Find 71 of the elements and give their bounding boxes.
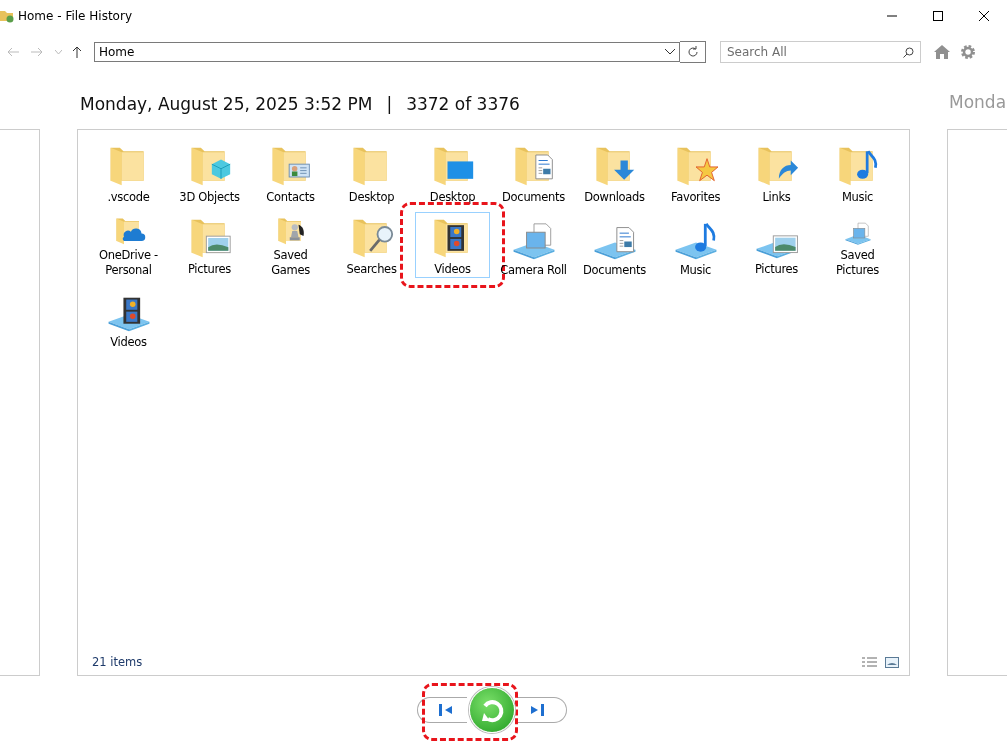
- item-label: Music: [841, 190, 874, 205]
- settings-icon[interactable]: [959, 44, 977, 60]
- folder-item[interactable]: Music: [658, 212, 733, 278]
- refresh-icon: [686, 46, 699, 58]
- large-icons-view-icon[interactable]: [885, 656, 899, 668]
- item-label: Camera Roll: [500, 263, 567, 278]
- restore-button[interactable]: [468, 687, 515, 733]
- chevron-down-icon[interactable]: [665, 49, 675, 55]
- next-snapshot-date: Monda: [949, 92, 1007, 112]
- item-label: Saved Pictures: [834, 248, 881, 278]
- skip-forward-icon: [530, 704, 544, 716]
- home-icon[interactable]: [933, 45, 951, 59]
- item-label: Documents: [583, 263, 646, 278]
- folder-item[interactable]: Contacts: [253, 140, 328, 206]
- folder-item[interactable]: Desktop: [415, 140, 490, 206]
- folder-item[interactable]: Documents: [496, 140, 571, 206]
- snapshot-position: 3372 of 3376: [406, 94, 520, 114]
- folder-item[interactable]: Desktop: [334, 140, 409, 206]
- folder-item[interactable]: Searches: [334, 212, 409, 278]
- folder-item[interactable]: Camera Roll: [496, 212, 571, 278]
- previous-snapshot-panel[interactable]: [0, 129, 40, 676]
- app-icon: [0, 9, 14, 23]
- up-arrow-icon: [72, 46, 82, 58]
- folder-item[interactable]: Saved Games: [253, 212, 328, 278]
- folder-item[interactable]: Links: [739, 140, 814, 206]
- refresh-button[interactable]: [680, 41, 706, 63]
- folder-item[interactable]: Music: [820, 140, 895, 206]
- folder-item[interactable]: Favorites: [658, 140, 733, 206]
- item-label: Saved Games: [270, 248, 311, 278]
- search-icon[interactable]: [903, 46, 914, 58]
- item-label: Videos: [434, 262, 471, 277]
- skip-back-icon: [439, 704, 453, 716]
- item-label: Desktop: [429, 190, 476, 205]
- back-arrow-icon: [7, 47, 19, 57]
- item-label: OneDrive - Personal: [98, 248, 159, 278]
- folder-item[interactable]: Videos: [415, 212, 490, 278]
- item-label: Documents: [502, 190, 565, 205]
- details-view-icon[interactable]: [862, 656, 877, 668]
- folder-item[interactable]: OneDrive - Personal: [91, 212, 166, 278]
- item-label: Searches: [346, 262, 397, 277]
- snapshot-date: Monday, August 25, 2025 3:52 PM: [80, 94, 373, 114]
- folder-item[interactable]: Documents: [577, 212, 652, 278]
- item-label: Desktop: [348, 190, 395, 205]
- previous-version-button[interactable]: [416, 697, 467, 723]
- folder-item[interactable]: .vscode: [91, 140, 166, 206]
- folder-item[interactable]: 3D Objects: [172, 140, 247, 206]
- item-label: 3D Objects: [179, 190, 240, 205]
- item-label: Pictures: [187, 262, 232, 277]
- folder-item[interactable]: Pictures: [172, 212, 247, 278]
- window-title: Home - File History: [18, 9, 133, 23]
- chevron-down-icon: [54, 49, 62, 55]
- item-label: Links: [762, 190, 791, 205]
- close-icon: [979, 11, 989, 21]
- separator-text: |: [386, 94, 393, 114]
- item-count: 21 items: [92, 655, 144, 669]
- item-label: Music: [679, 263, 712, 278]
- folder-item[interactable]: Saved Pictures: [820, 212, 895, 278]
- item-label: Downloads: [584, 190, 645, 205]
- folder-item[interactable]: Downloads: [577, 140, 652, 206]
- item-label: Videos: [110, 335, 147, 350]
- address-field[interactable]: Home: [94, 42, 680, 62]
- item-label: .vscode: [107, 190, 150, 205]
- search-field[interactable]: Search All: [720, 41, 921, 63]
- folder-item[interactable]: Videos: [91, 284, 166, 350]
- item-label: Favorites: [670, 190, 721, 205]
- maximize-icon: [933, 11, 943, 21]
- folder-item[interactable]: Pictures: [739, 212, 814, 278]
- forward-arrow-icon: [31, 47, 43, 57]
- item-label: Pictures: [754, 262, 799, 277]
- next-version-button[interactable]: [516, 697, 567, 723]
- item-label: Contacts: [266, 190, 315, 205]
